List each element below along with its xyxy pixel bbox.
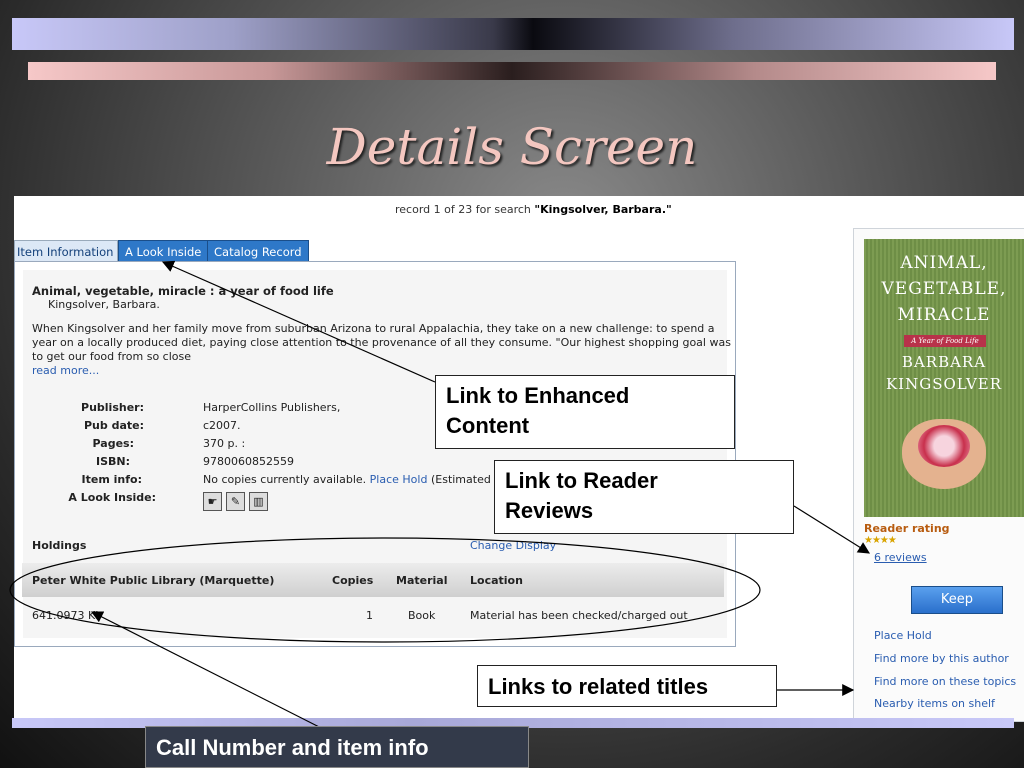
- top-decorative-bar: [12, 18, 1014, 50]
- material-value: Book: [408, 609, 436, 622]
- callout-reader-reviews: Link to Reader Reviews: [494, 460, 794, 534]
- record-query: "Kingsolver, Barbara.": [534, 203, 672, 216]
- publisher-value: HarperCollins Publishers,: [203, 401, 341, 414]
- cover-title-line-1: ANIMAL,: [900, 253, 988, 273]
- cover-author-line-1: BARBARA: [901, 353, 987, 371]
- sidebar-link-nearby-items[interactable]: Nearby items on shelf: [874, 697, 995, 710]
- cover-title-line-2: VEGETABLE,: [881, 279, 1007, 299]
- item-author: Kingsolver, Barbara.: [48, 298, 160, 311]
- callout-call-number: Call Number and item info: [145, 726, 529, 768]
- reviews-link[interactable]: 6 reviews: [874, 551, 927, 564]
- cover-subtitle: A Year of Food Life: [904, 335, 986, 347]
- iteminfo-label: Item info:: [81, 473, 142, 486]
- rating-stars-icon: ★★★★: [864, 535, 897, 546]
- sidebar-link-more-on-topics[interactable]: Find more on these topics: [874, 675, 1016, 688]
- holdings-col-copies: Copies: [332, 574, 374, 587]
- tab-a-look-inside[interactable]: A Look Inside: [118, 240, 209, 263]
- summary-line-3: to get our food from so close: [32, 350, 192, 363]
- holdings-col-location: Location: [470, 574, 523, 587]
- pages-value: 370 p. :: [203, 437, 246, 450]
- callout-reviews-line-1: Link to Reader: [505, 468, 658, 493]
- lookinside-label: A Look Inside:: [68, 491, 156, 504]
- lookinside-icons: ☛ ✎ ▥: [203, 492, 268, 511]
- sidebar-link-place-hold[interactable]: Place Hold: [874, 629, 932, 642]
- cover-fruit-image: [918, 425, 970, 467]
- cover-title-line-3: MIRACLE: [897, 305, 991, 325]
- summary-line-2: year on a locally produced diet, paying …: [32, 336, 731, 349]
- holdings-col-library: Peter White Public Library (Marquette): [32, 574, 275, 587]
- callout-enhanced-line-2: Content: [446, 413, 530, 438]
- keep-button[interactable]: Keep: [911, 586, 1003, 614]
- record-prefix: record 1 of 23 for search: [395, 203, 535, 216]
- call-number: 641.0973 KI: [32, 609, 99, 622]
- publisher-label: Publisher:: [81, 401, 144, 414]
- copies-value: 1: [366, 609, 373, 622]
- holdings-title: Holdings: [32, 539, 87, 552]
- read-more-link[interactable]: read more...: [32, 364, 99, 377]
- record-line: record 1 of 23 for search "Kingsolver, B…: [395, 203, 672, 216]
- book-cover[interactable]: ANIMAL, VEGETABLE, MIRACLE A Year of Foo…: [864, 239, 1024, 517]
- change-display-link[interactable]: Change Display: [470, 539, 556, 552]
- callout-related-titles: Links to related titles: [477, 665, 777, 707]
- location-value: Material has been checked/charged out: [470, 609, 688, 622]
- excerpt-icon[interactable]: ☛: [203, 492, 222, 511]
- tab-item-information[interactable]: Item Information: [14, 240, 119, 263]
- notes-icon[interactable]: ✎: [226, 492, 245, 511]
- pages-label: Pages:: [92, 437, 134, 450]
- tab-catalog-record[interactable]: Catalog Record: [207, 240, 309, 263]
- callout-enhanced-content: Link to Enhanced Content: [435, 375, 735, 449]
- reader-rating-label: Reader rating: [864, 522, 950, 535]
- estimated-text: (Estimated w: [430, 473, 504, 486]
- second-decorative-bar: [28, 62, 996, 80]
- iteminfo-value: No copies currently available.: [203, 473, 367, 486]
- isbn-value: 9780060852559: [203, 455, 294, 468]
- callout-enhanced-line-1: Link to Enhanced: [446, 383, 630, 408]
- isbn-label: ISBN:: [95, 455, 130, 468]
- cover-author-line-2: KINGSOLVER: [885, 375, 1003, 393]
- slide-title: Details Screen: [326, 118, 698, 176]
- callout-reviews-line-2: Reviews: [505, 498, 594, 523]
- place-hold-link[interactable]: Place Hold: [370, 473, 428, 486]
- iteminfo-line: No copies currently available. Place Hol…: [203, 473, 503, 486]
- holdings-col-material: Material: [396, 574, 448, 587]
- sidebar-link-more-by-author[interactable]: Find more by this author: [874, 652, 1009, 665]
- book-icon[interactable]: ▥: [249, 492, 268, 511]
- item-title: Animal, vegetable, miracle : a year of f…: [32, 284, 334, 298]
- summary-line-1: When Kingsolver and her family move from…: [32, 322, 715, 335]
- pubdate-value: c2007.: [203, 419, 241, 432]
- pubdate-label: Pub date:: [83, 419, 144, 432]
